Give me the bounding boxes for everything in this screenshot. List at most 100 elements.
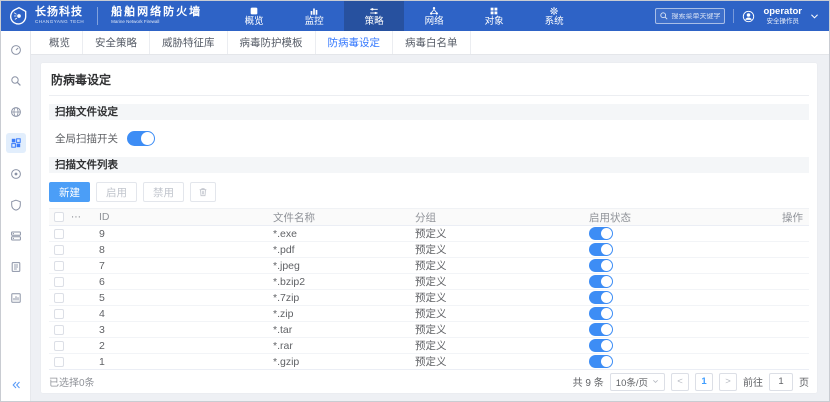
avatar-icon[interactable] — [742, 10, 755, 23]
nav-item-objects[interactable]: 对象 — [464, 1, 524, 31]
row-enable-toggle[interactable] — [589, 307, 613, 320]
row-enable-toggle[interactable] — [589, 259, 613, 272]
sidebar-item-audit[interactable] — [6, 71, 26, 91]
cell-group: 预定义 — [415, 290, 573, 305]
enable-button[interactable]: 启用 — [96, 182, 137, 202]
menu-search[interactable] — [655, 8, 725, 24]
cell-group: 预定义 — [415, 242, 573, 257]
global-scan-toggle[interactable] — [127, 131, 155, 146]
nav-item-network[interactable]: 网络 — [404, 1, 464, 31]
table-row: 3 *.tar 预定义 — [49, 322, 809, 338]
nav-item-system[interactable]: 系统 — [524, 1, 584, 31]
tab-threat-signatures[interactable]: 威胁特征库 — [150, 31, 228, 54]
sidebar-item-target[interactable] — [6, 164, 26, 184]
row-checkbox[interactable] — [54, 325, 64, 335]
page-number-1[interactable]: 1 — [695, 373, 713, 391]
sidebar-item-global[interactable] — [6, 102, 26, 122]
section-scan-file-list: 扫描文件列表 — [49, 157, 809, 173]
chevron-down-icon[interactable] — [810, 13, 819, 20]
cell-filename: *.7zip — [273, 292, 415, 304]
tab-virus-templates[interactable]: 病毒防护模板 — [228, 31, 316, 54]
nav-label: 概览 — [245, 17, 264, 27]
select-all-checkbox[interactable] — [54, 212, 64, 222]
disable-button[interactable]: 禁用 — [143, 182, 184, 202]
table-row: 6 *.bzip2 预定义 — [49, 274, 809, 290]
sidebar-item-reports[interactable] — [6, 288, 26, 308]
nav-item-monitoring[interactable]: 监控 — [284, 1, 344, 31]
user-menu[interactable]: operator 安全操作员 — [763, 7, 802, 25]
row-checkbox[interactable] — [54, 293, 64, 303]
goto-unit: 页 — [799, 374, 809, 389]
row-enable-toggle[interactable] — [589, 323, 613, 336]
globe-icon — [10, 106, 22, 118]
row-enable-toggle[interactable] — [589, 243, 613, 256]
sidebar-item-logs[interactable] — [6, 257, 26, 277]
column-header-action: 操作 — [757, 210, 809, 225]
collapse-sidebar-icon[interactable] — [6, 375, 26, 395]
row-checkbox[interactable] — [54, 357, 64, 367]
table-row: 8 *.pdf 预定义 — [49, 242, 809, 258]
column-options-icon[interactable]: ⋯ — [71, 212, 89, 223]
menu-search-input[interactable] — [671, 13, 720, 20]
app-window: 长扬科技 CHANGYANG TECH 船舶网络防火墙 Marine Netwo… — [0, 0, 830, 402]
table-row: 4 *.zip 预定义 — [49, 306, 809, 322]
cell-id: 6 — [89, 276, 273, 288]
cell-filename: *.zip — [273, 308, 415, 320]
trash-icon — [198, 187, 208, 197]
cell-id: 1 — [89, 356, 273, 368]
row-enable-toggle[interactable] — [589, 275, 613, 288]
search-icon — [660, 12, 668, 20]
prev-page-button[interactable]: < — [671, 373, 689, 391]
sidebar-item-antivirus[interactable] — [6, 133, 26, 153]
new-button[interactable]: 新建 — [49, 182, 90, 202]
table-row: 5 *.7zip 预定义 — [49, 290, 809, 306]
content-area: 防病毒设定 扫描文件设定 全局扫描开关 扫描文件列表 新建 启用 禁用 — [31, 55, 829, 402]
sidebar-item-dashboard[interactable] — [6, 40, 26, 60]
page-size-select[interactable]: 10条/页 — [610, 373, 665, 391]
tab-overview[interactable]: 概览 — [37, 31, 83, 54]
header-divider — [733, 9, 734, 23]
brand-company-name-en: CHANGYANG TECH — [35, 20, 84, 25]
row-checkbox[interactable] — [54, 229, 64, 239]
sidebar-item-devices[interactable] — [6, 226, 26, 246]
cell-group: 预定义 — [415, 226, 573, 241]
row-checkbox[interactable] — [54, 309, 64, 319]
row-checkbox[interactable] — [54, 261, 64, 271]
nav-item-policy[interactable]: 策略 — [344, 1, 404, 31]
cell-filename: *.gzip — [273, 356, 415, 368]
nav-label: 策略 — [365, 17, 384, 27]
row-enable-toggle[interactable] — [589, 355, 613, 368]
column-header-id: ID — [89, 211, 273, 223]
tab-antivirus-settings[interactable]: 防病毒设定 — [316, 31, 394, 54]
cell-filename: *.rar — [273, 340, 415, 352]
cell-id: 7 — [89, 260, 273, 272]
row-enable-toggle[interactable] — [589, 291, 613, 304]
section-scan-file-settings: 扫描文件设定 — [49, 104, 809, 120]
username: operator — [763, 7, 802, 17]
cell-id: 4 — [89, 308, 273, 320]
goto-page-input[interactable] — [769, 373, 793, 391]
cell-id: 9 — [89, 228, 273, 240]
apps-grid-icon — [10, 137, 22, 149]
tab-security-policy[interactable]: 安全策略 — [83, 31, 150, 54]
brand-divider — [97, 7, 98, 25]
row-checkbox[interactable] — [54, 277, 64, 287]
cell-filename: *.tar — [273, 324, 415, 336]
row-checkbox[interactable] — [54, 245, 64, 255]
page-size-value: 10条/页 — [616, 375, 648, 389]
overview-icon — [249, 6, 259, 16]
next-page-button[interactable]: > — [719, 373, 737, 391]
row-enable-toggle[interactable] — [589, 339, 613, 352]
sidebar-item-protection[interactable] — [6, 195, 26, 215]
row-checkbox[interactable] — [54, 341, 64, 351]
select-chevron-icon — [652, 379, 659, 384]
delete-button[interactable] — [190, 182, 216, 202]
tab-virus-whitelist[interactable]: 病毒白名单 — [393, 31, 471, 54]
cell-group: 预定义 — [415, 258, 573, 273]
page-title: 防病毒设定 — [49, 68, 809, 96]
brand-area: 长扬科技 CHANGYANG TECH 船舶网络防火墙 Marine Netwo… — [9, 6, 202, 26]
cell-filename: *.bzip2 — [273, 276, 415, 288]
cell-group: 预定义 — [415, 322, 573, 337]
nav-item-overview[interactable]: 概览 — [224, 1, 284, 31]
row-enable-toggle[interactable] — [589, 227, 613, 240]
